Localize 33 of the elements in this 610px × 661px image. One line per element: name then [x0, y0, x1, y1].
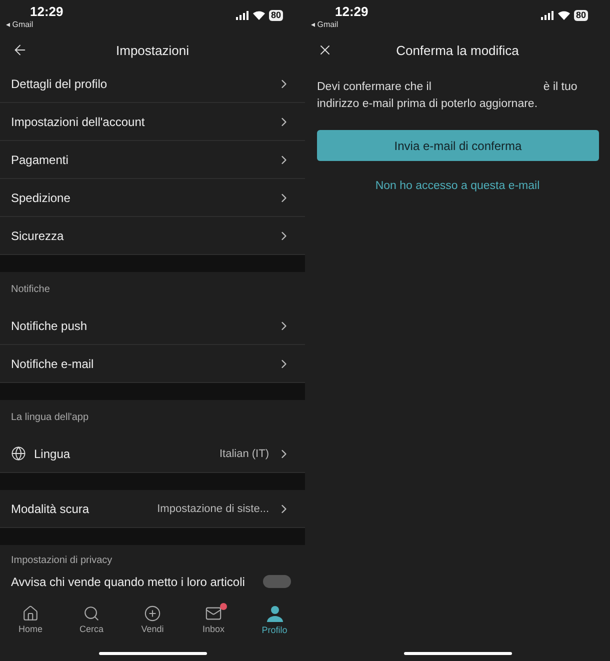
- wifi-icon: [252, 11, 265, 20]
- tab-bar-item[interactable]: Profilo: [250, 605, 300, 635]
- tab-bar-item[interactable]: Cerca: [66, 605, 116, 635]
- person-icon: [266, 605, 284, 623]
- wifi-icon: [558, 11, 570, 20]
- screen-title: Conferma la modifica: [396, 43, 519, 58]
- confirm-message: Devi confermare che il è il tuo indirizzo e-mail prima di poterlo aggiornare.: [317, 80, 578, 112]
- back-button[interactable]: [12, 42, 28, 58]
- no-access-link[interactable]: Non ho accesso a questa e-mail: [375, 180, 540, 192]
- section-heading: La lingua dell'app: [11, 412, 89, 423]
- tab-bar-item[interactable]: Vendi: [128, 605, 178, 635]
- battery-level: 80: [268, 10, 283, 21]
- notification-dot: [220, 603, 226, 610]
- status-time: 12:29: [30, 4, 64, 19]
- tab-bar-item[interactable]: Home: [6, 605, 56, 635]
- signal-icon: [236, 11, 249, 20]
- home-icon: [22, 605, 39, 622]
- signal-icon: [540, 11, 554, 20]
- toggle-switch[interactable]: [263, 575, 291, 588]
- screen-title: Impostazioni: [116, 43, 189, 58]
- tab-bar-item[interactable]: Inbox: [188, 605, 238, 635]
- battery-level: 80: [574, 10, 588, 21]
- section-heading: Impostazioni di privacy: [11, 554, 112, 566]
- mail-icon: [205, 605, 222, 622]
- back-to-app-link[interactable]: ◂ Gmail: [6, 20, 64, 29]
- section-heading: Notifiche: [11, 284, 50, 295]
- globe-icon: [11, 446, 26, 461]
- send-confirmation-button[interactable]: Invia e-mail di conferma: [317, 130, 599, 161]
- plus-circle-icon: [144, 605, 161, 622]
- back-to-app-link[interactable]: ◂ Gmail: [311, 20, 368, 29]
- status-time: 12:29: [335, 4, 368, 19]
- settings-row[interactable]: Avvisa chi vende quando metto i loro articoli: [0, 575, 305, 597]
- search-icon: [83, 605, 100, 622]
